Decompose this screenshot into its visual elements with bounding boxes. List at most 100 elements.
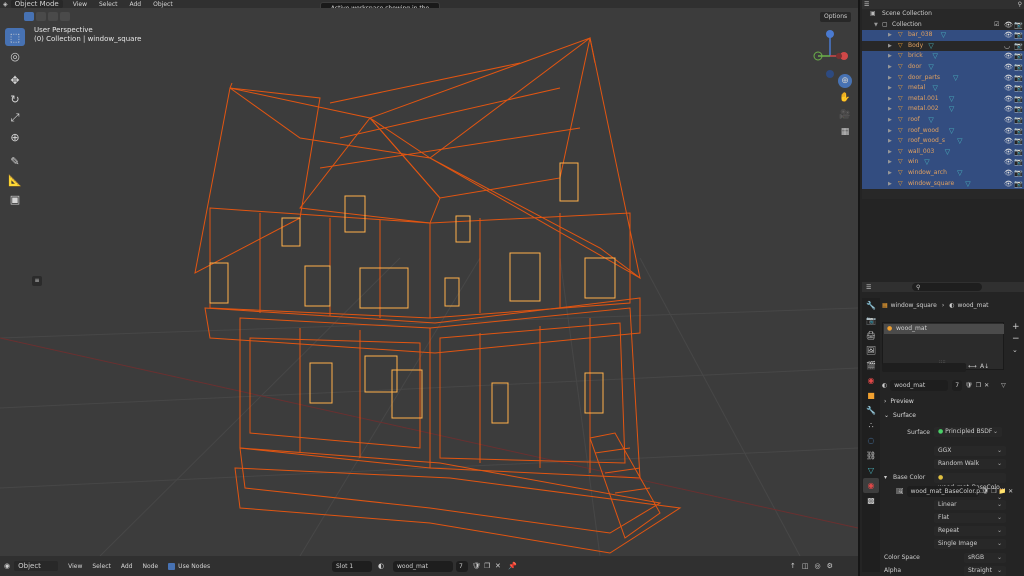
material-browse-icon[interactable]: ◐	[378, 562, 384, 570]
eye-icon[interactable]: 👁	[1004, 136, 1013, 147]
material-slot-item[interactable]: ● wood_mat	[884, 324, 1004, 334]
interpolation-dropdown[interactable]: Linear	[934, 500, 1006, 510]
camera-icon[interactable]: 📷	[1014, 51, 1023, 62]
texture-tab-icon[interactable]: ▩	[863, 493, 879, 508]
ortho-grid-icon[interactable]: ▦	[838, 125, 852, 139]
object-tab-icon[interactable]: ■	[863, 388, 879, 403]
camera-icon[interactable]: 📷	[1014, 73, 1023, 84]
outliner-item[interactable]: ▶ ▽ window_arch ▽ 👁 📷	[862, 167, 1024, 179]
camera-icon[interactable]: 📷	[1014, 62, 1023, 73]
subsurface-method-dropdown[interactable]: Random Walk	[934, 459, 1006, 469]
collection-row[interactable]: ▼ ▢ Collection ☑ 👁 📷	[862, 20, 1024, 31]
scale-icon[interactable]: ⤢	[5, 109, 25, 127]
color-space-dropdown[interactable]: sRGB	[964, 553, 1006, 563]
menu-add[interactable]: Add	[121, 563, 133, 570]
options-button[interactable]: Options	[820, 12, 852, 22]
outliner-item[interactable]: ▶ ▽ window_square ▽ 👁 📷	[862, 178, 1024, 190]
checkbox-icon[interactable]: ☑	[994, 20, 999, 31]
mode-subtract-button[interactable]	[48, 11, 58, 21]
surface-shader-dropdown[interactable]: ● Principled BSDF	[934, 427, 1002, 437]
mode-new-button[interactable]	[24, 11, 34, 21]
preview-panel-header[interactable]: › Preview	[884, 398, 914, 405]
expand-arrow-icon[interactable]: ▶	[888, 179, 892, 190]
outliner-item[interactable]: ▶ ▽ wall_003 ▽ 👁 📷	[862, 146, 1024, 158]
eye-icon[interactable]: 👁	[1004, 62, 1013, 73]
camera-icon[interactable]: 📷	[1014, 157, 1023, 168]
outliner-item[interactable]: ▶ ▽ metal.001 ▽ 👁 📷	[862, 93, 1024, 105]
link-type-icon[interactable]: ▽	[1001, 382, 1006, 389]
modifier-tab-icon[interactable]: 🔧	[863, 403, 879, 418]
eye-icon[interactable]: 👁	[1004, 30, 1013, 41]
expand-arrow-icon[interactable]: ▼	[874, 20, 878, 31]
duplicate-icon[interactable]: ❐	[484, 562, 490, 570]
base-color-link-dropdown[interactable]: ● wood_mat_BaseColo...	[934, 473, 1006, 491]
fake-user-icon[interactable]: 🛡	[472, 562, 481, 570]
camera-icon[interactable]: 📷	[1014, 104, 1023, 115]
mode-intersect-button[interactable]	[60, 11, 70, 21]
world-tab-icon[interactable]: ◉	[863, 373, 879, 388]
outliner-item[interactable]: ▶ ▽ metal ▽ 👁 📷	[862, 83, 1024, 94]
physics-tab-icon[interactable]: ◌	[863, 433, 879, 448]
move-icon[interactable]: ✥	[5, 71, 25, 89]
menu-select[interactable]: Select	[92, 563, 111, 570]
view-layer-tab-icon[interactable]: 🖼	[863, 343, 879, 358]
camera-icon[interactable]: 📷	[1014, 94, 1023, 105]
select-box-icon[interactable]: ⬚	[5, 28, 25, 46]
menu-node[interactable]: Node	[143, 563, 159, 570]
expand-arrow-icon[interactable]: ▶	[888, 73, 892, 84]
filter-icon[interactable]: ⚲	[1018, 1, 1022, 8]
camera-icon[interactable]: 📷	[1014, 147, 1023, 158]
camera-icon[interactable]: 📷	[1014, 20, 1023, 31]
unlink-icon[interactable]: ✕	[1008, 488, 1013, 495]
eye-icon[interactable]: 👁	[1004, 179, 1013, 190]
eye-icon[interactable]: 👁	[1004, 51, 1013, 62]
use-nodes-checkbox[interactable]	[168, 562, 176, 570]
3d-viewport[interactable]: User Perspective (0) Collection | window…	[0, 8, 858, 556]
expand-arrow-icon[interactable]: ▶	[888, 157, 892, 168]
expanded-arrow-icon[interactable]: ▾	[884, 474, 887, 481]
eye-icon[interactable]: 👁	[1004, 168, 1013, 179]
menu-view[interactable]: View	[73, 1, 87, 8]
camera-icon[interactable]: 📷	[1014, 136, 1023, 147]
eye-icon[interactable]: 👁	[1004, 147, 1013, 158]
distribution-dropdown[interactable]: GGX	[934, 446, 1006, 456]
menu-select[interactable]: Select	[99, 1, 118, 8]
fake-user-icon[interactable]: 🛡	[982, 488, 990, 495]
unlink-icon[interactable]: ✕	[495, 562, 501, 570]
data-tab-icon[interactable]: ▽	[863, 463, 879, 478]
editor-type-icon[interactable]: ◉	[4, 562, 10, 570]
eye-icon[interactable]: 👁	[1004, 126, 1013, 137]
expand-arrow-icon[interactable]: ▶	[888, 168, 892, 179]
outliner-item[interactable]: ▶ ▽ metal.002 ▽ 👁 📷	[862, 104, 1024, 115]
eye-icon[interactable]: 👁	[1004, 115, 1013, 126]
source-dropdown[interactable]: Single Image	[934, 539, 1006, 549]
duplicate-icon[interactable]: ❐	[976, 382, 981, 389]
eye-icon[interactable]: 👁	[1004, 20, 1013, 31]
surface-panel-header[interactable]: ⌄ Surface	[884, 412, 916, 419]
expand-arrow-icon[interactable]: ▶	[888, 115, 892, 126]
open-folder-icon[interactable]: 📁	[999, 488, 1006, 495]
scene-collection-row[interactable]: ▣ Scene Collection	[862, 9, 1024, 20]
zoom-icon[interactable]: ⊕	[838, 74, 852, 88]
scene-tab-icon[interactable]: 🎬	[863, 358, 879, 373]
transform-icon[interactable]: ⊕	[5, 128, 25, 146]
expand-arrow-icon[interactable]: ▶	[888, 147, 892, 158]
outliner-item[interactable]: ▶ ▽ door ▽ 👁 📷	[862, 61, 1024, 73]
expand-arrow-icon[interactable]: ▶	[888, 51, 892, 62]
mode-dropdown[interactable]: Object Mode	[10, 0, 63, 8]
sidebar-toggle-icon[interactable]: ≡	[32, 276, 42, 286]
expand-arrow-icon[interactable]: ▶	[888, 62, 892, 73]
outliner-item[interactable]: ▶ ▽ door_parts ▽ 👁 📷	[862, 72, 1024, 84]
outliner-item[interactable]: ▶ ▽ win ▽ 👁 📷	[862, 157, 1024, 168]
projection-dropdown[interactable]: Flat	[934, 513, 1006, 523]
slot-filter-field[interactable]	[882, 363, 966, 372]
editor-type-icon[interactable]: ◈	[3, 1, 8, 8]
material-name-field[interactable]: wood_mat	[890, 380, 949, 391]
fake-user-icon[interactable]: 🛡	[965, 382, 973, 389]
constraints-tab-icon[interactable]: ⛓	[863, 448, 879, 463]
image-icon[interactable]: 🖼	[896, 488, 904, 495]
material-users-count[interactable]: 7	[952, 380, 963, 391]
output-tab-icon[interactable]: 🖨	[863, 328, 879, 343]
menu-object[interactable]: Object	[153, 1, 173, 8]
camera-icon[interactable]: 📷	[1014, 179, 1023, 190]
